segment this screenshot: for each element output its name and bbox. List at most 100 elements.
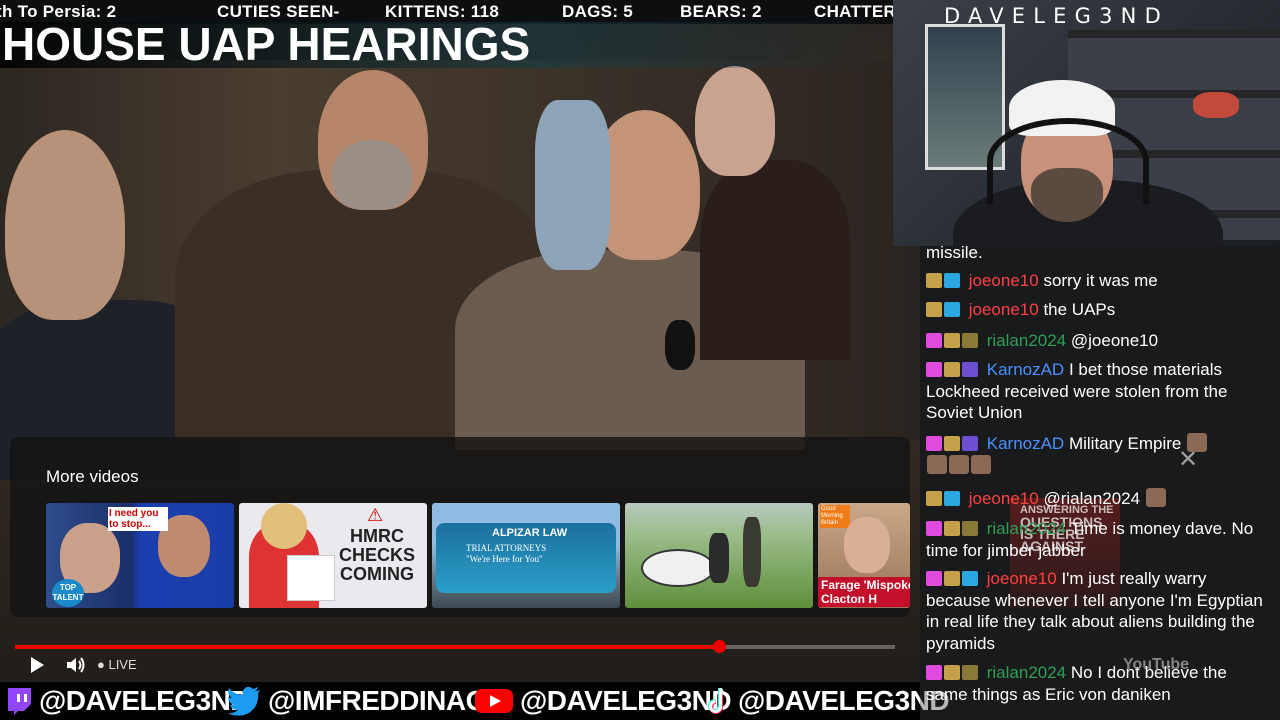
- tiktok-icon: [708, 688, 729, 714]
- chat-badges: [926, 302, 960, 317]
- thumb-caption: TRIAL ATTORNEYS "We're Here for You": [466, 543, 547, 564]
- chat-badges: [926, 333, 978, 348]
- chat-username[interactable]: rialan2024: [987, 331, 1066, 350]
- chat-message: rialan2024 No I dont believe the same th…: [926, 662, 1272, 705]
- headphones: [987, 118, 1149, 204]
- chat-badges: [926, 665, 978, 680]
- emote-badge: [926, 273, 942, 288]
- video-thumbnail[interactable]: I need you to stop... TOP TALENT: [46, 503, 234, 608]
- more-videos-heading: More videos: [46, 467, 139, 486]
- thumb-person-head: [261, 503, 307, 549]
- thumb-caption: Farage 'Mispoke' About Clacton H: [818, 577, 910, 607]
- chat-panel: ANSWERING THE QUESTIONS IS THERE AGAINST…: [920, 246, 1280, 720]
- twitch-handle-text: @DAVELEG3ND: [39, 685, 251, 716]
- warning-icon: ⚠: [367, 505, 384, 525]
- woman-head: [695, 66, 775, 176]
- twitch-handle: @DAVELEG3ND: [4, 682, 251, 720]
- face-emote: [927, 454, 947, 474]
- face-emote: [971, 454, 991, 474]
- thumb-person: [709, 533, 729, 583]
- emote-badge: [944, 436, 960, 451]
- chat-badges: [926, 362, 978, 377]
- social-handles-bar: @DAVELEG3ND @IMFREDDINAGE @DAVELEG3ND @D…: [0, 682, 950, 720]
- stream-layout: th To Persia: 2 CUTIES SEEN- KITTENS: 11…: [0, 0, 1280, 720]
- chat-message: rialan2024 Time is money dave. No time f…: [926, 518, 1272, 561]
- chat-username[interactable]: joeone10: [987, 569, 1057, 588]
- chat-badges: [926, 521, 978, 536]
- chat-text: @joeone10: [1070, 331, 1159, 350]
- face-emote: [1145, 488, 1166, 507]
- thumb-paper: [287, 555, 335, 601]
- gift-badge: [962, 521, 978, 536]
- emote-badge: [944, 362, 960, 377]
- chat-username[interactable]: rialan2024: [987, 663, 1066, 682]
- chat-username[interactable]: joeone10: [969, 489, 1039, 508]
- emote-badge: [926, 491, 942, 506]
- chat-text: sorry it was me: [1043, 271, 1158, 290]
- thumb-badge: TOP TALENT: [52, 579, 84, 607]
- streamer-name: DAVELEG3ND: [944, 4, 1169, 28]
- prime-badge: [944, 273, 960, 288]
- chat-text: @rialan2024: [1043, 489, 1141, 508]
- progress-fill: [15, 645, 719, 649]
- ticker-item: BEARS: 2: [680, 2, 762, 21]
- chat-username[interactable]: joeone10: [969, 271, 1039, 290]
- live-label: LIVE: [108, 657, 137, 672]
- chat-username[interactable]: joeone10: [969, 300, 1039, 319]
- thumb-caption: HMRC CHECKS COMING: [338, 526, 415, 584]
- play-icon[interactable]: [26, 654, 48, 676]
- prime-badge: [944, 302, 960, 317]
- twitter-handle-text: @IMFREDDINAGE: [268, 685, 506, 716]
- chat-message: missile.: [926, 246, 1272, 264]
- video-thumbnail[interactable]: [625, 503, 813, 608]
- gift-badge: [962, 333, 978, 348]
- microphone: [665, 320, 695, 370]
- chat-message: rialan2024 @joeone10: [926, 330, 1272, 352]
- twitter-icon: [227, 686, 260, 716]
- streamer-webcam: [893, 0, 1280, 246]
- prime-badge: [962, 571, 978, 586]
- video-player[interactable]: th To Persia: 2 CUTIES SEEN- KITTENS: 11…: [0, 0, 920, 690]
- ticker-item: DAGS: 5: [562, 2, 634, 21]
- chat-text: the UAPs: [1043, 300, 1116, 319]
- emote-badge: [944, 521, 960, 536]
- chat-badges: [926, 273, 960, 288]
- video-thumbnail[interactable]: Good Morning Britain Farage 'Mispoke' Ab…: [818, 503, 910, 608]
- chat-badges: [926, 491, 960, 506]
- sub-badge: [962, 362, 978, 377]
- progress-bar[interactable]: [15, 640, 895, 653]
- chat-message: joeone10 I'm just really warry because w…: [926, 568, 1272, 654]
- heart-badge: [926, 436, 942, 451]
- chat-message: KarnozAD I bet those materials Lockheed …: [926, 359, 1272, 424]
- prime-badge: [944, 491, 960, 506]
- woman-figure: [700, 160, 850, 360]
- volume-icon[interactable]: [64, 654, 88, 676]
- heart-badge: [926, 571, 942, 586]
- chat-badges: [926, 571, 978, 586]
- gift-badge: [962, 665, 978, 680]
- youtube-handle-text: @DAVELEG3ND: [520, 685, 732, 716]
- face-emote: [1187, 433, 1208, 452]
- thumb-vehicle: [641, 549, 715, 587]
- heart-badge: [926, 521, 942, 536]
- chat-username[interactable]: rialan2024: [987, 519, 1066, 538]
- tiktok-handle: @DAVELEG3ND: [706, 682, 950, 720]
- heart-badge: [926, 333, 942, 348]
- video-thumbnail[interactable]: ⚠ HMRC CHECKS COMING: [239, 503, 427, 608]
- chat-message: KarnozAD Military Empire: [926, 433, 1272, 476]
- chat-message: joeone10 @rialan2024: [926, 488, 1272, 510]
- video-title: HOUSE UAP HEARINGS: [2, 18, 531, 70]
- sub-badge: [962, 436, 978, 451]
- shelf-lamp: [1193, 92, 1239, 118]
- twitter-handle: @IMFREDDINAGE: [226, 682, 506, 720]
- emote-badge: [944, 571, 960, 586]
- chat-username[interactable]: KarnozAD: [987, 360, 1064, 379]
- video-thumbnail[interactable]: ALPIZAR LAW TRIAL ATTORNEYS "We're Here …: [432, 503, 620, 608]
- thumb-person: [743, 517, 761, 587]
- chat-username[interactable]: KarnozAD: [987, 434, 1064, 453]
- progress-scrubber[interactable]: [713, 640, 726, 653]
- bearded-man-beard: [332, 140, 412, 210]
- youtube-handle: @DAVELEG3ND: [474, 682, 732, 720]
- youtube-icon: [475, 689, 513, 713]
- live-indicator[interactable]: ● LIVE: [97, 657, 137, 672]
